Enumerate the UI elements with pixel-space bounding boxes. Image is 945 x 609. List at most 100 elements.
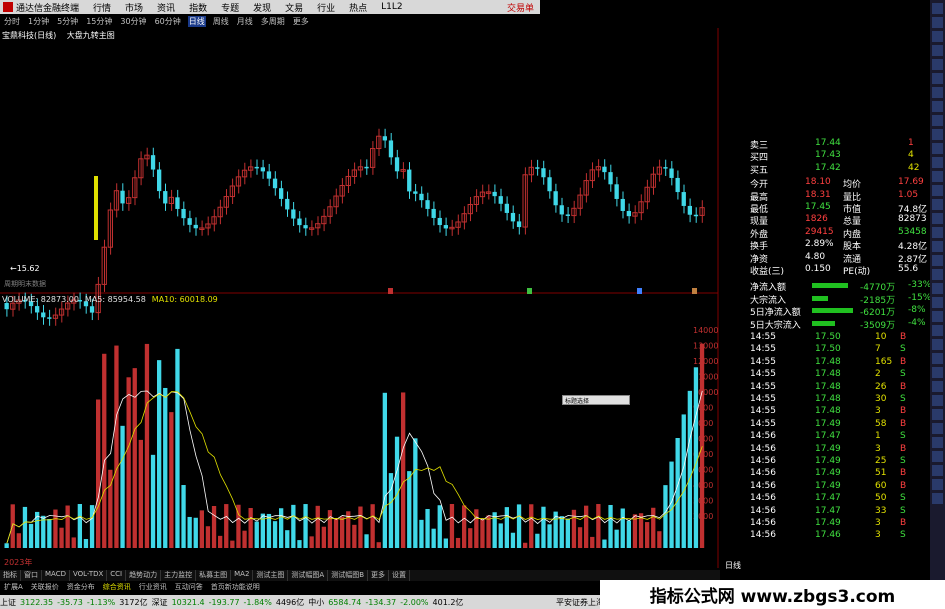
volume-bar <box>419 519 424 548</box>
side-tool-button[interactable] <box>932 479 943 490</box>
side-tool-button[interactable] <box>932 31 943 42</box>
signal-marker-icon <box>527 288 532 294</box>
period-tab-4[interactable]: 30分钟 <box>119 16 147 27</box>
side-tool-button[interactable] <box>932 59 943 70</box>
side-tool-button[interactable] <box>932 353 943 364</box>
menu-item-l1l2[interactable]: L1L2 <box>381 2 402 12</box>
indicator-tab-3[interactable]: VOL-TDX <box>70 570 108 581</box>
indicator-tab-1[interactable]: 窗口 <box>21 570 42 581</box>
period-tab-8[interactable]: 月线 <box>236 16 254 27</box>
volume-bar <box>205 526 211 548</box>
indicator-tab-12[interactable]: 更多 <box>368 570 390 581</box>
info-tab-4[interactable]: 行业资讯 <box>135 582 171 593</box>
side-tool-button[interactable] <box>932 493 943 504</box>
period-tab-2[interactable]: 5分钟 <box>56 16 79 27</box>
period-tab-7[interactable]: 周线 <box>212 16 230 27</box>
side-tool-button[interactable] <box>932 325 943 336</box>
volume-bar <box>181 485 186 548</box>
info-tab-0[interactable]: 扩展A <box>0 582 27 593</box>
side-tool-button[interactable] <box>932 437 943 448</box>
tick-row: 14:56 17.47 33 S <box>750 506 930 518</box>
menu-item-hot[interactable]: 热点 <box>349 1 367 14</box>
side-tool-button[interactable] <box>932 465 943 476</box>
future-data-label: 周期明末数据 <box>4 279 46 288</box>
menu-item-index[interactable]: 指数 <box>189 1 207 14</box>
side-tool-button[interactable] <box>932 87 943 98</box>
menu-item-discover[interactable]: 发现 <box>253 1 271 14</box>
side-tool-button[interactable] <box>932 269 943 280</box>
period-tab-10[interactable]: 更多 <box>292 16 310 27</box>
side-tool-button[interactable] <box>932 381 943 392</box>
volume-bar <box>65 505 70 548</box>
period-tab-0[interactable]: 分时 <box>3 16 21 27</box>
side-tool-button[interactable] <box>932 283 943 294</box>
side-tool-button[interactable] <box>932 395 943 406</box>
menu-item-market[interactable]: 市场 <box>125 1 143 14</box>
info-tab-5[interactable]: 互动问答 <box>171 582 207 593</box>
menu-item-hq[interactable]: 行情 <box>93 1 111 14</box>
info-tab-2[interactable]: 资金分布 <box>63 582 99 593</box>
side-tool-button[interactable] <box>932 451 943 462</box>
side-tool-button[interactable] <box>932 185 943 196</box>
side-tool-button[interactable] <box>932 171 943 182</box>
side-tool-button[interactable] <box>932 143 943 154</box>
side-tool-button[interactable] <box>932 339 943 350</box>
indicator-tab-4[interactable]: CCI <box>107 570 127 581</box>
indicator-tab-11[interactable]: 测试幅图B <box>328 570 369 581</box>
candle-body <box>181 208 186 219</box>
indicator-tab-6[interactable]: 主力监控 <box>161 570 197 581</box>
stat-row: 现量 1826 总量 82873 <box>750 214 930 227</box>
indicator-tab-5[interactable]: 趋势动力 <box>126 570 162 581</box>
candle-body <box>303 225 308 229</box>
side-tool-button[interactable] <box>932 199 943 210</box>
trade-button[interactable]: 交易单 <box>507 1 534 14</box>
side-tool-button[interactable] <box>932 311 943 322</box>
side-tool-button[interactable] <box>932 423 943 434</box>
period-tab-9[interactable]: 多周期 <box>260 16 286 27</box>
tick-row: 14:55 17.50 10 B <box>750 332 930 344</box>
tick-volume: 10 <box>875 332 887 342</box>
side-tool-button[interactable] <box>932 17 943 28</box>
side-tool-button[interactable] <box>932 241 943 252</box>
info-tab-6[interactable]: 首页新功能说明 <box>207 582 264 593</box>
candle-body <box>272 178 278 189</box>
side-tool-button[interactable] <box>932 157 943 168</box>
select-tooltip[interactable]: 标题选择 <box>562 395 630 405</box>
menu-item-news[interactable]: 资讯 <box>157 1 175 14</box>
menu-item-topic[interactable]: 专题 <box>221 1 239 14</box>
side-tool-button[interactable] <box>932 409 943 420</box>
info-tab-1[interactable]: 关联报价 <box>27 582 63 593</box>
side-tool-button[interactable] <box>932 367 943 378</box>
side-tool-button[interactable] <box>932 101 943 112</box>
period-tab-6[interactable]: 日线 <box>187 16 206 27</box>
tick-side: S <box>900 344 906 355</box>
side-tool-button[interactable] <box>932 73 943 84</box>
menu-item-wenyi[interactable]: 文易 <box>285 1 303 14</box>
indicator-tab-10[interactable]: 测试幅图A <box>288 570 329 581</box>
period-tab-1[interactable]: 1分钟 <box>27 16 50 27</box>
indicator-tab-0[interactable]: 指标 <box>0 570 21 581</box>
indicator-tab-8[interactable]: MA2 <box>231 570 254 581</box>
period-tab-3[interactable]: 15分钟 <box>85 16 113 27</box>
indicator-tab-2[interactable]: MACD <box>42 570 70 581</box>
info-tab-3[interactable]: 综合资讯 <box>99 582 135 593</box>
side-tool-button[interactable] <box>932 129 943 140</box>
volume-bar <box>699 343 705 548</box>
period-tab-5[interactable]: 60分钟 <box>154 16 182 27</box>
indicator-tab-9[interactable]: 测试主图 <box>253 570 289 581</box>
side-tool-button[interactable] <box>932 255 943 266</box>
tick-row: 14:56 17.49 51 B <box>750 468 930 480</box>
menu-item-industry[interactable]: 行业 <box>317 1 335 14</box>
side-tool-button[interactable] <box>932 213 943 224</box>
volume-bar <box>510 532 516 548</box>
side-tool-button[interactable] <box>932 45 943 56</box>
side-tool-button[interactable] <box>932 3 943 14</box>
side-tool-button[interactable] <box>932 227 943 238</box>
tick-price: 17.50 <box>815 332 841 342</box>
side-tool-button[interactable] <box>932 115 943 126</box>
indicator-tab-7[interactable]: 私募主图 <box>196 570 232 581</box>
side-tool-button[interactable] <box>932 297 943 308</box>
candle-body <box>291 209 296 219</box>
indicator-tab-13[interactable]: 设置 <box>389 570 411 581</box>
volume-bar <box>431 528 436 548</box>
